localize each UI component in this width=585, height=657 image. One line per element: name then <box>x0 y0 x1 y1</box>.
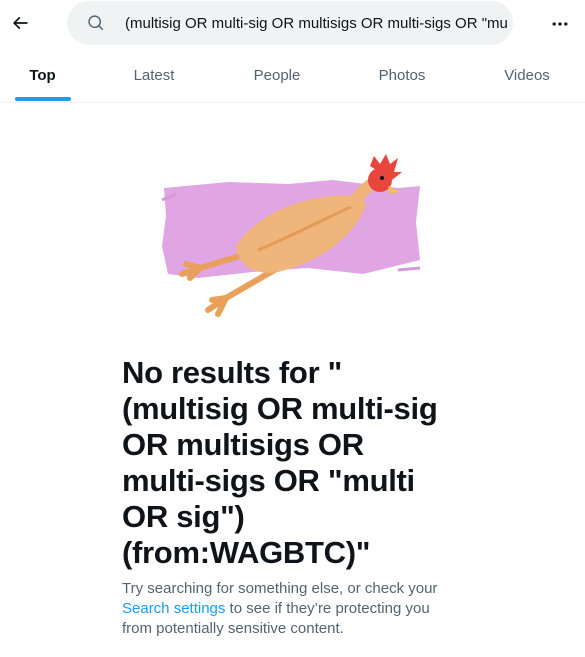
search-settings-link[interactable]: Search settings <box>122 600 225 617</box>
tab-latest[interactable]: Latest <box>100 48 208 102</box>
description-text: Try searching for something else, or che… <box>122 580 438 597</box>
headline-line: OR sig") <box>122 499 245 534</box>
search-input[interactable]: (multisig OR multi-sig OR multisigs OR m… <box>67 1 513 45</box>
top-bar: (multisig OR multi-sig OR multisigs OR m… <box>0 0 585 48</box>
headline-line: multi-sigs OR "multi <box>122 463 415 498</box>
search-icon <box>87 14 105 32</box>
tab-videos[interactable]: Videos <box>472 48 582 102</box>
headline-line: No results for " <box>122 355 343 390</box>
back-button[interactable] <box>6 9 34 37</box>
arrow-left-icon <box>12 16 28 30</box>
active-tab-indicator <box>15 97 71 101</box>
headline-line: (multisig OR multi-sig <box>122 391 438 426</box>
more-options-button[interactable] <box>546 10 574 38</box>
headline-line: (from:WAGBTC)" <box>122 535 371 570</box>
rubber-chicken-illustration <box>158 150 423 320</box>
no-results-headline: No results for " (multisig OR multi-sig … <box>122 355 482 571</box>
tab-top[interactable]: Top <box>0 48 85 102</box>
search-tabs: Top Latest People Photos Videos <box>0 48 585 103</box>
headline-line: OR multisigs OR <box>122 427 364 462</box>
tab-people[interactable]: People <box>222 48 332 102</box>
more-dots-icon <box>552 22 568 26</box>
no-results-description: Try searching for something else, or che… <box>122 579 462 639</box>
search-query-text[interactable]: (multisig OR multi-sig OR multisigs OR m… <box>125 15 513 32</box>
tab-photos[interactable]: Photos <box>346 48 458 102</box>
